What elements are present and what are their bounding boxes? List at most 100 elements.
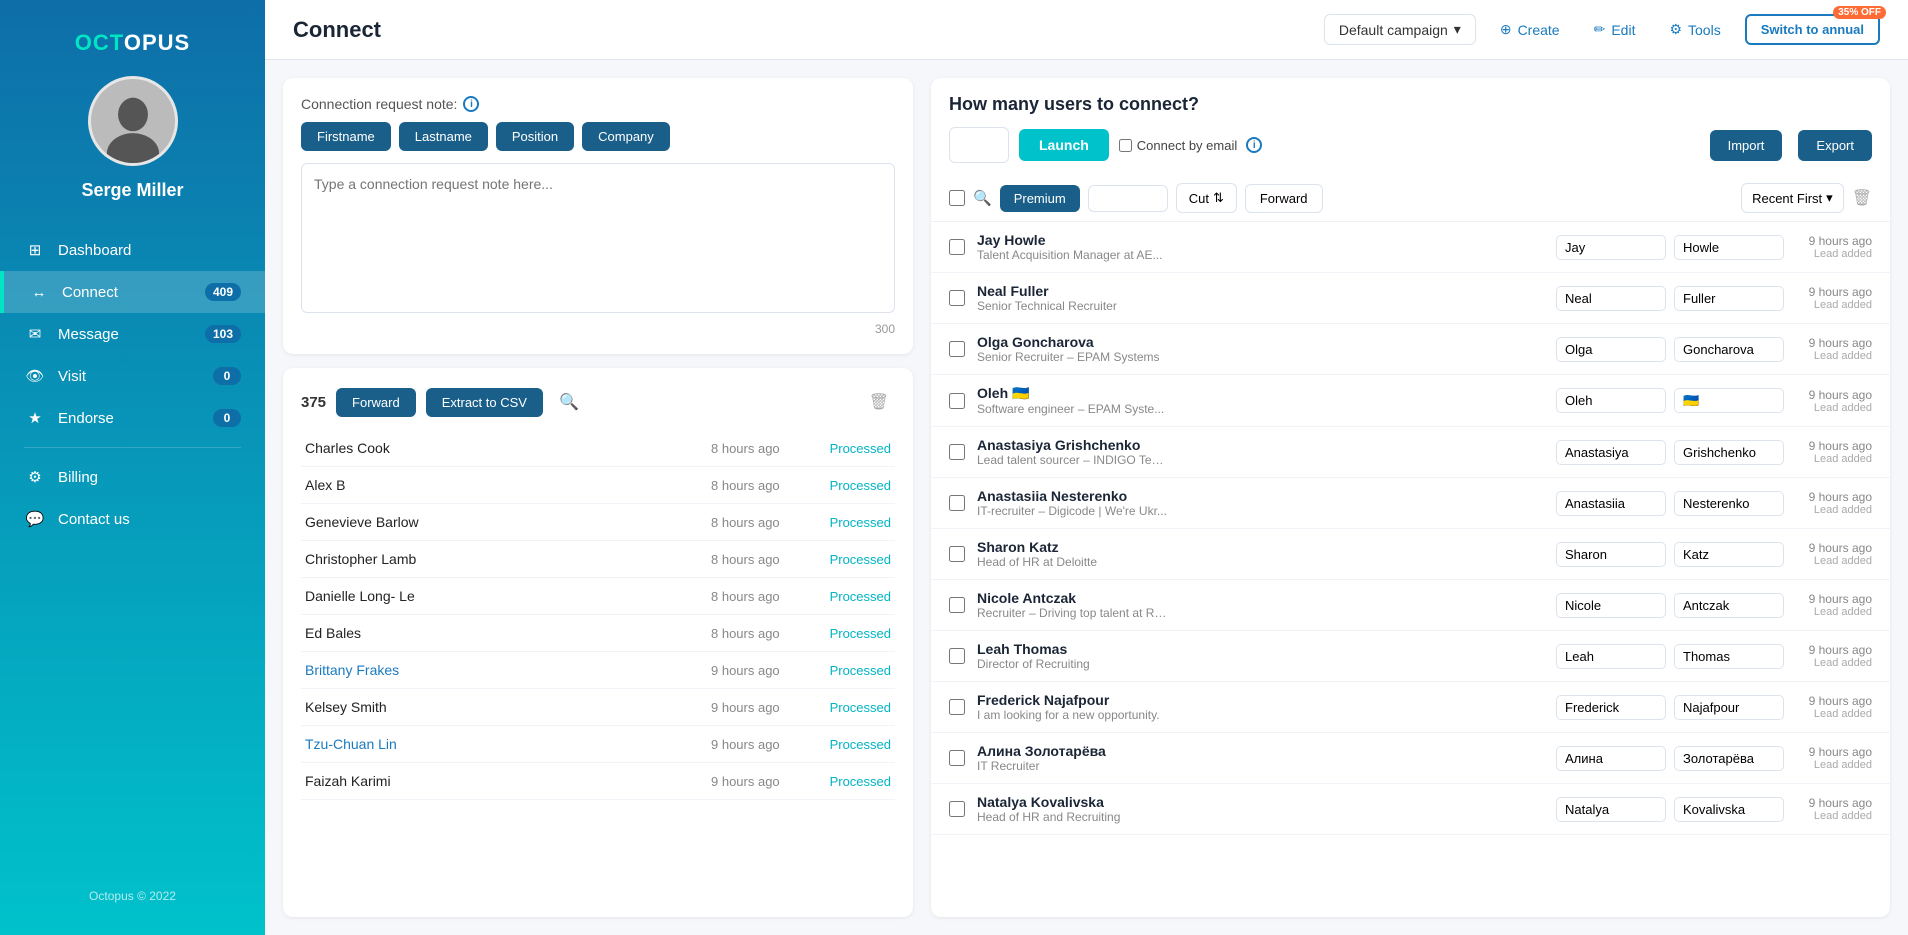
contact-last-name-input[interactable]: [1674, 337, 1784, 362]
contact-checkbox[interactable]: [949, 393, 965, 409]
list-item[interactable]: Brittany Frakes 9 hours ago Processed: [301, 652, 895, 689]
note-label: Connection request note: i: [301, 96, 895, 112]
right-panel: How many users to connect? Launch Connec…: [931, 78, 1890, 917]
contact-row[interactable]: Jay Howle Talent Acquisition Manager at …: [931, 222, 1890, 273]
contact-row[interactable]: Leah Thomas Director of Recruiting 9 hou…: [931, 631, 1890, 682]
position-tag-button[interactable]: Position: [496, 122, 574, 151]
connect-email-checkbox[interactable]: [1119, 139, 1132, 152]
contact-row[interactable]: Olga Goncharova Senior Recruiter – EPAM …: [931, 324, 1890, 375]
list-item[interactable]: Genevieve Barlow 8 hours ago Processed: [301, 504, 895, 541]
sidebar-item-endorse[interactable]: ★ Endorse 0: [0, 397, 265, 439]
content-area: Connection request note: i Firstname Las…: [265, 60, 1908, 935]
sidebar-item-visit[interactable]: 👁 Visit 0: [0, 355, 265, 397]
list-item[interactable]: Alex B 8 hours ago Processed: [301, 467, 895, 504]
contact-row[interactable]: Anastasiia Nesterenko IT-recruiter – Dig…: [931, 478, 1890, 529]
filter-search-icon[interactable]: 🔍: [973, 189, 992, 207]
contacts-delete-button[interactable]: 🗑: [1852, 188, 1872, 208]
sidebar-item-billing[interactable]: ⚙ Billing: [0, 456, 265, 498]
connect-by-email-label[interactable]: Connect by email i: [1119, 137, 1262, 153]
contact-row[interactable]: Nicole Antczak Recruiter – Driving top t…: [931, 580, 1890, 631]
lastname-tag-button[interactable]: Lastname: [399, 122, 488, 151]
contact-row[interactable]: Sharon Katz Head of HR at Deloitte 9 hou…: [931, 529, 1890, 580]
contact-first-name-input[interactable]: [1556, 644, 1666, 669]
contact-last-name-input[interactable]: [1674, 797, 1784, 822]
note-textarea[interactable]: [301, 163, 895, 313]
contact-row[interactable]: Frederick Najafpour I am looking for a n…: [931, 682, 1890, 733]
contact-first-name-input[interactable]: [1556, 388, 1666, 413]
contact-checkbox[interactable]: [949, 699, 965, 715]
select-all-checkbox[interactable]: [949, 190, 965, 206]
contact-last-name-input[interactable]: [1674, 440, 1784, 465]
sidebar-item-connect[interactable]: ↔ Connect 409: [0, 271, 265, 313]
contact-checkbox[interactable]: [949, 801, 965, 817]
firstname-tag-button[interactable]: Firstname: [301, 122, 391, 151]
contact-checkbox[interactable]: [949, 495, 965, 511]
contact-last-name-input[interactable]: [1674, 695, 1784, 720]
contact-first-name-input[interactable]: [1556, 797, 1666, 822]
contact-last-name-input[interactable]: [1674, 593, 1784, 618]
list-item[interactable]: Faizah Karimi 9 hours ago Processed: [301, 763, 895, 800]
list-item[interactable]: Danielle Long- Le 8 hours ago Processed: [301, 578, 895, 615]
filter-text-input[interactable]: [1088, 185, 1168, 212]
sidebar-item-message[interactable]: ✉ Message 103: [0, 313, 265, 355]
list-item-status: Processed: [811, 478, 891, 493]
contact-name: Frederick Najafpour: [977, 692, 1548, 708]
export-button[interactable]: Export: [1798, 130, 1872, 161]
contact-first-name-input[interactable]: [1556, 695, 1666, 720]
contact-row[interactable]: Алина Золотарёва IT Recruiter 9 hours ag…: [931, 733, 1890, 784]
list-item[interactable]: Tzu-Chuan Lin 9 hours ago Processed: [301, 726, 895, 763]
list-item[interactable]: Ed Bales 8 hours ago Processed: [301, 615, 895, 652]
contact-last-name-input[interactable]: [1674, 644, 1784, 669]
contact-first-name-input[interactable]: [1556, 337, 1666, 362]
contact-last-name-input[interactable]: [1674, 388, 1784, 413]
contact-last-name-input[interactable]: [1674, 235, 1784, 260]
campaign-dropdown[interactable]: Default campaign ▾: [1324, 14, 1476, 45]
contact-first-name-input[interactable]: [1556, 286, 1666, 311]
contact-last-name-input[interactable]: [1674, 491, 1784, 516]
contact-checkbox[interactable]: [949, 648, 965, 664]
list-delete-button[interactable]: 🗑: [863, 386, 895, 418]
list-item[interactable]: Kelsey Smith 9 hours ago Processed: [301, 689, 895, 726]
create-button[interactable]: ⊕ Create: [1490, 15, 1570, 44]
contact-last-name-input[interactable]: [1674, 746, 1784, 771]
forward-list-button[interactable]: Forward: [336, 388, 416, 417]
sidebar-item-contact[interactable]: 💬 Contact us: [0, 498, 265, 540]
edit-button[interactable]: ✏ Edit: [1584, 15, 1646, 44]
contact-row[interactable]: Oleh 🇺🇦 Software engineer – EPAM Syste..…: [931, 375, 1890, 427]
contact-last-name-input[interactable]: [1674, 286, 1784, 311]
list-item[interactable]: Christopher Lamb 8 hours ago Processed: [301, 541, 895, 578]
premium-filter-button[interactable]: Premium: [1000, 185, 1080, 212]
list-search-button[interactable]: 🔍: [553, 386, 585, 418]
contact-first-name-input[interactable]: [1556, 542, 1666, 567]
contact-checkbox[interactable]: [949, 290, 965, 306]
contact-first-name-input[interactable]: [1556, 235, 1666, 260]
contact-first-name-input[interactable]: [1556, 440, 1666, 465]
switch-to-annual-button[interactable]: Switch to annual 35% OFF: [1745, 14, 1880, 45]
sort-dropdown[interactable]: Recent First ▾: [1741, 183, 1844, 213]
launch-input[interactable]: [949, 127, 1009, 163]
contact-row[interactable]: Natalya Kovalivska Head of HR and Recrui…: [931, 784, 1890, 835]
list-item[interactable]: Charles Cook 8 hours ago Processed: [301, 430, 895, 467]
contact-checkbox[interactable]: [949, 597, 965, 613]
contact-time-label: Lead added: [1792, 759, 1872, 771]
contact-checkbox[interactable]: [949, 444, 965, 460]
contact-checkbox[interactable]: [949, 341, 965, 357]
logo: OCTOPUS: [75, 30, 190, 56]
contact-checkbox[interactable]: [949, 239, 965, 255]
contact-row[interactable]: Neal Fuller Senior Technical Recruiter 9…: [931, 273, 1890, 324]
tools-button[interactable]: ⚙ Tools: [1659, 15, 1730, 44]
sidebar-item-dashboard[interactable]: ⊞ Dashboard: [0, 229, 265, 271]
contact-checkbox[interactable]: [949, 750, 965, 766]
company-tag-button[interactable]: Company: [582, 122, 670, 151]
contact-first-name-input[interactable]: [1556, 491, 1666, 516]
launch-button[interactable]: Launch: [1019, 129, 1109, 161]
contact-checkbox[interactable]: [949, 546, 965, 562]
extract-csv-button[interactable]: Extract to CSV: [426, 388, 543, 417]
cut-button[interactable]: Cut ⇅: [1176, 183, 1237, 213]
contact-first-name-input[interactable]: [1556, 593, 1666, 618]
contact-first-name-input[interactable]: [1556, 746, 1666, 771]
contact-row[interactable]: Anastasiya Grishchenko Lead talent sourc…: [931, 427, 1890, 478]
forward-filter-button[interactable]: Forward: [1245, 184, 1323, 213]
contact-last-name-input[interactable]: [1674, 542, 1784, 567]
import-button[interactable]: Import: [1710, 130, 1783, 161]
